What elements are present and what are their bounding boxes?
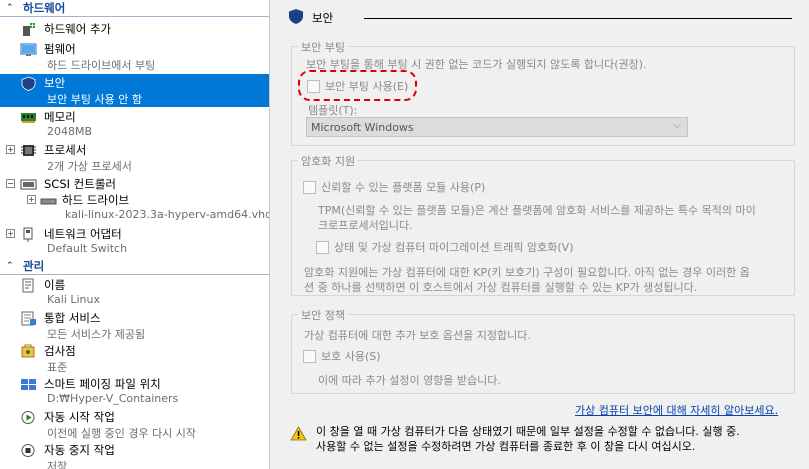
expand-icon[interactable]: + bbox=[27, 195, 36, 204]
template-label: 템플릿(T): bbox=[308, 104, 358, 117]
collapse-icon[interactable]: − bbox=[6, 179, 15, 188]
settings-tree: ⌃ 하드웨어 하드웨어 추가 펌웨어 하드 드라이브에서 부팅 보안 보안 부팅… bbox=[0, 0, 270, 469]
warning-message-line1: 이 창을 열 때 가상 컴퓨터가 다음 상태였기 때문에 일부 설정을 수정할 … bbox=[316, 425, 740, 438]
chevron-down-icon: ⌵ bbox=[673, 120, 681, 131]
tree-item-hard-drive[interactable]: + 하드 드라이브 kali-linux-2023.3a-hyperv-amd6… bbox=[0, 191, 269, 224]
management-section-header[interactable]: ⌃ 관리 bbox=[0, 258, 269, 275]
checkpoint-icon bbox=[20, 344, 37, 359]
scsi-controller-icon bbox=[20, 177, 37, 192]
migration-encryption-checkbox[interactable] bbox=[316, 241, 329, 254]
shielding-note: 이에 따라 추가 설정이 영향을 받습니다. bbox=[318, 374, 501, 387]
tpm-description-line1: TPM(신뢰할 수 있는 플랫폼 모듈)은 계산 플랫폼에 암호화 서비스를 제… bbox=[318, 204, 756, 217]
annotation-highlight bbox=[298, 70, 417, 101]
collapse-icon[interactable]: ⌃ bbox=[6, 258, 18, 275]
shield-icon bbox=[288, 8, 304, 28]
template-dropdown[interactable]: Microsoft Windows ⌵ bbox=[306, 117, 688, 137]
shield-icon bbox=[20, 76, 37, 91]
tree-item-security[interactable]: 보안 보안 부팅 사용 안 함 bbox=[0, 74, 269, 107]
network-adapter-icon bbox=[20, 227, 37, 242]
tree-item-auto-start[interactable]: 자동 시작 작업 이전에 실행 중인 경우 다시 시작 bbox=[0, 408, 269, 441]
firmware-icon bbox=[20, 42, 37, 57]
tpm-description-line2: 크로프로세서입니다. bbox=[318, 219, 413, 232]
expand-icon[interactable]: + bbox=[6, 229, 15, 238]
tree-item-integration-services[interactable]: 통합 서비스 모든 서비스가 제공됨 bbox=[0, 309, 269, 342]
page-title: 보안 bbox=[312, 11, 334, 25]
auto-start-icon bbox=[20, 410, 37, 425]
processor-icon bbox=[20, 143, 37, 158]
encryption-note-line1: 암호화 지원에는 가상 컴퓨터에 대한 KP(키 보호기) 구성이 필요합니다.… bbox=[304, 266, 750, 279]
tree-item-name[interactable]: 이름 Kali Linux bbox=[0, 276, 269, 309]
auto-stop-icon bbox=[20, 443, 37, 458]
hard-drive-icon bbox=[40, 193, 57, 208]
memory-icon bbox=[20, 110, 37, 125]
hardware-section-header[interactable]: ⌃ 하드웨어 bbox=[0, 0, 269, 17]
learn-more-link[interactable]: 가상 컴퓨터 보안에 대해 자세히 알아보세요. bbox=[575, 402, 778, 418]
shielding-checkbox[interactable] bbox=[303, 350, 316, 363]
collapse-icon[interactable]: ⌃ bbox=[6, 0, 18, 17]
tree-item-processor[interactable]: + 프로세서 2개 가상 프로세서 bbox=[0, 141, 269, 174]
tpm-label: 신뢰할 수 있는 플랫폼 모듈 사용(P) bbox=[321, 181, 486, 194]
panel-header: 보안 bbox=[288, 8, 333, 28]
policy-description: 가상 컴퓨터에 대한 추가 보호 옵션을 지정합니다. bbox=[304, 329, 531, 342]
add-hardware-icon bbox=[20, 22, 37, 37]
tree-item-auto-stop[interactable]: 자동 중지 작업 저장 bbox=[0, 441, 269, 469]
tree-item-firmware[interactable]: 펌웨어 하드 드라이브에서 부팅 bbox=[0, 40, 269, 73]
header-divider bbox=[364, 18, 792, 19]
expand-icon[interactable]: + bbox=[6, 145, 15, 154]
tpm-checkbox[interactable] bbox=[303, 181, 316, 194]
security-settings-panel: 보안 보안 부팅 보안 부팅을 통해 부팅 시 권한 없는 코드가 실행되지 않… bbox=[278, 0, 809, 469]
smart-paging-icon bbox=[20, 377, 37, 392]
warning-icon bbox=[290, 426, 307, 444]
migration-encryption-label: 상태 및 가상 컴퓨터 마이그레이션 트래픽 암호화(V) bbox=[334, 241, 574, 254]
tree-item-network-adapter[interactable]: + 네트워크 어댑터 Default Switch bbox=[0, 225, 269, 258]
tree-item-memory[interactable]: 메모리 2048MB bbox=[0, 108, 269, 141]
shielding-label: 보호 사용(S) bbox=[321, 350, 381, 363]
encryption-note-line2: 션 중 하나를 선택하면 이 호스트에서 가상 컴퓨터를 실행할 수 있는 KP… bbox=[304, 281, 698, 294]
tree-item-smart-paging[interactable]: 스마트 페이징 파일 위치 D:₩Hyper-V_Containers bbox=[0, 375, 269, 408]
warning-message-line2: 사용할 수 없는 설정을 수정하려면 가상 컴퓨터를 종료한 후 이 창을 다시… bbox=[316, 440, 696, 453]
name-icon bbox=[20, 278, 37, 293]
integration-services-icon bbox=[20, 311, 37, 326]
tree-item-checkpoints[interactable]: 검사점 표준 bbox=[0, 342, 269, 375]
tree-item-add-hardware[interactable]: 하드웨어 추가 bbox=[0, 20, 269, 38]
